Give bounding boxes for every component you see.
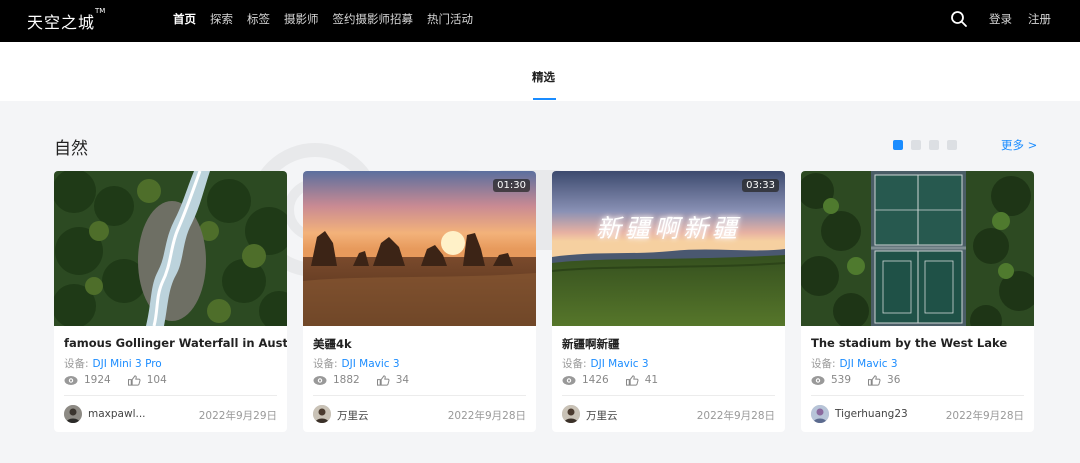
like-count: 104 [146,374,167,386]
login-link[interactable]: 登录 [989,11,1012,27]
search-icon[interactable] [950,10,968,28]
pager-dot-2[interactable] [911,140,921,150]
stats-row: 1426 41 [562,374,658,386]
device-row: 设备: DJI Mini 3 Pro [64,356,162,371]
pager-dot-4[interactable] [947,140,957,150]
eye-icon [811,375,825,385]
trademark-mark: TM [95,7,106,15]
like-count: 34 [395,374,410,386]
device-model-link[interactable]: DJI Mavic 3 [342,358,400,370]
view-count: 1924 [84,374,111,386]
author-name[interactable]: maxpawl... [88,408,146,420]
nav-item-recruitment[interactable]: 签约摄影师招募 [333,11,414,27]
pager-dot-1[interactable] [893,140,903,150]
active-tab-indicator [533,98,556,100]
more-link[interactable]: 更多 > [1001,137,1037,153]
avatar[interactable] [313,405,331,423]
view-count: 1882 [333,374,360,386]
device-model-link[interactable]: DJI Mini 3 Pro [93,358,162,370]
video-thumbnail[interactable] [54,171,287,326]
card-title[interactable]: 美疆4k [313,336,352,352]
nav-item-explore[interactable]: 探索 [210,11,233,27]
device-model-link[interactable]: DJI Mavic 3 [840,358,898,370]
eye-icon [313,375,327,385]
author-name[interactable]: 万里云 [337,408,369,423]
publish-date: 2022年9月28日 [945,410,1024,422]
author-name[interactable]: 万里云 [586,408,618,423]
video-duration: 03:33 [742,179,779,192]
category-tab-strip: 精选 [0,42,1080,101]
card-divider [811,395,1024,396]
device-row: 设备: DJI Mavic 3 [562,356,649,371]
video-card[interactable]: 新疆啊新疆 03:33 新疆啊新疆 设备: DJI Mavic 3 1426 41… [552,171,785,432]
video-duration: 01:30 [493,179,530,192]
author-name[interactable]: Tigerhuang23 [835,408,908,420]
stats-row: 1882 34 [313,374,409,386]
thumbs-up-icon[interactable] [127,374,141,386]
register-link[interactable]: 注册 [1028,11,1051,27]
device-label: 设备: [313,358,338,370]
card-title[interactable]: 新疆啊新疆 [562,336,620,352]
main-nav: 首页 探索 标签 摄影师 签约摄影师招募 热门活动 [173,11,487,27]
like-count: 41 [644,374,659,386]
carousel-pager [893,140,957,150]
video-card[interactable]: famous Gollinger Waterfall in Austria 设备… [54,171,287,432]
nav-item-events[interactable]: 热门活动 [427,11,473,27]
view-count: 539 [831,374,852,386]
video-thumbnail[interactable] [801,171,1034,326]
thumbs-up-icon[interactable] [867,374,881,386]
nav-item-tags[interactable]: 标签 [247,11,270,27]
avatar[interactable] [562,405,580,423]
site-logo[interactable]: 天空之城TM [27,7,106,33]
thumbs-up-icon[interactable] [625,374,639,386]
eye-icon [562,375,576,385]
card-title[interactable]: famous Gollinger Waterfall in Austria [64,336,287,350]
video-card[interactable]: The stadium by the West Lake 设备: DJI Mavi… [801,171,1034,432]
top-navigation-bar: 天空之城TM 首页 探索 标签 摄影师 签约摄影师招募 热门活动 登录 注册 [0,0,1080,42]
video-thumbnail[interactable]: 新疆啊新疆 03:33 [552,171,785,326]
video-card[interactable]: 01:30 美疆4k 设备: DJI Mavic 3 1882 34 万里云 20… [303,171,536,432]
site-logo-text: 天空之城 [27,13,96,32]
stats-row: 539 36 [811,374,900,386]
device-label: 设备: [562,358,587,370]
card-title[interactable]: The stadium by the West Lake [811,336,1007,350]
stats-row: 1924 104 [64,374,167,386]
avatar[interactable] [64,405,82,423]
card-divider [562,395,775,396]
publish-date: 2022年9月29日 [198,410,277,422]
video-thumbnail[interactable]: 01:30 [303,171,536,326]
thumbs-up-icon[interactable] [376,374,390,386]
device-row: 设备: DJI Mavic 3 [313,356,400,371]
eye-icon [64,375,78,385]
publish-date: 2022年9月28日 [696,410,775,422]
section-title: 自然 [54,139,88,159]
nav-item-home[interactable]: 首页 [173,11,196,27]
pager-dot-3[interactable] [929,140,939,150]
tab-featured[interactable]: 精选 [532,69,555,85]
publish-date: 2022年9月28日 [447,410,526,422]
card-divider [313,395,526,396]
device-label: 设备: [811,358,836,370]
nav-item-photographers[interactable]: 摄影师 [284,11,319,27]
thumbnail-caption: 新疆啊新疆 [595,214,741,243]
avatar[interactable] [811,405,829,423]
device-model-link[interactable]: DJI Mavic 3 [591,358,649,370]
card-divider [64,395,277,396]
device-row: 设备: DJI Mavic 3 [811,356,898,371]
like-count: 36 [887,374,901,386]
view-count: 1426 [582,374,609,386]
device-label: 设备: [64,358,89,370]
